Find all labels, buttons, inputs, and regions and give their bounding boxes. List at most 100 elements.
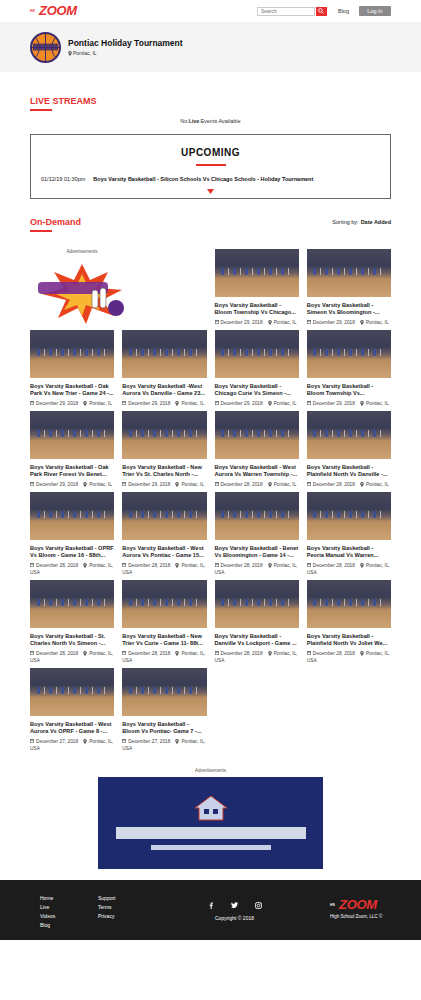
- video-thumbnail[interactable]: [307, 330, 391, 378]
- sort-control[interactable]: Sorting by:Date Added: [332, 219, 391, 225]
- video-thumbnail[interactable]: [307, 249, 391, 297]
- video-thumbnail[interactable]: [215, 492, 299, 540]
- video-title[interactable]: Boys Varsity Basketball -West Aurora Vs …: [122, 383, 206, 397]
- search-input[interactable]: [257, 7, 315, 16]
- video-thumbnail[interactable]: [215, 249, 299, 297]
- section-title: On-Demand: [30, 217, 81, 228]
- video-card[interactable]: Boys Varsity Basketball - Benet Vs Bloom…: [215, 492, 299, 576]
- video-card[interactable]: Boys Varsity Basketball - West Aurora Vs…: [30, 668, 114, 752]
- twitter-icon[interactable]: [231, 902, 238, 909]
- sort-value[interactable]: Date Added: [361, 219, 391, 225]
- pin-icon: [360, 651, 364, 656]
- video-thumbnail[interactable]: [215, 330, 299, 378]
- message-bold: Live: [188, 118, 199, 124]
- video-card[interactable]: Boys Varsity Basketball - Peoria Manual …: [307, 492, 391, 576]
- banner-stripe: [151, 845, 271, 850]
- video-thumbnail[interactable]: [215, 411, 299, 459]
- video-thumbnail[interactable]: [122, 492, 206, 540]
- video-card[interactable]: Boys Varsity Basketball - St. Charles No…: [30, 580, 114, 664]
- video-card[interactable]: Boys Varsity Basketball - Chicago Curie …: [215, 330, 299, 407]
- video-thumbnail[interactable]: [307, 411, 391, 459]
- video-meta: December 28, 2018Pontiac, IL, USA: [215, 650, 299, 664]
- footer-link[interactable]: Live: [40, 903, 98, 912]
- video-date: December 29, 2018: [221, 320, 263, 325]
- video-title[interactable]: Boys Varsity Basketball - Plainfield Nor…: [307, 633, 391, 647]
- video-card[interactable]: Boys Varsity Basketball - Bloom Township…: [307, 330, 391, 407]
- video-thumbnail[interactable]: [30, 492, 114, 540]
- video-title[interactable]: Boys Varsity Basketball - Peoria Manual …: [307, 545, 391, 559]
- video-card[interactable]: Boys Varsity Basketball - West Aurora Vs…: [215, 411, 299, 488]
- video-card[interactable]: Boys Varsity Basketball - Plainfield Nor…: [307, 411, 391, 488]
- video-title[interactable]: Boys Varsity Basketball - Plainfield Nor…: [307, 464, 391, 478]
- footer-link[interactable]: Terms: [98, 903, 158, 912]
- calendar-icon: [122, 651, 126, 655]
- video-card[interactable]: Boys Varsity Basketball - Danville Vs Lo…: [215, 580, 299, 664]
- video-card[interactable]: Boys Varsity Basketball - Oak Park Vs Ne…: [30, 330, 114, 407]
- side-ad: Advertisements: [30, 249, 207, 326]
- video-card[interactable]: Boys Varsity Basketball - New Trier Vs C…: [122, 580, 206, 664]
- pin-icon: [83, 563, 87, 568]
- video-title[interactable]: Boys Varsity Basketball - West Aurora Vs…: [215, 464, 299, 478]
- video-title[interactable]: Boys Varsity Basketball - Danville Vs Lo…: [215, 633, 299, 647]
- search-icon: [318, 8, 324, 14]
- video-card[interactable]: Boys Varsity Basketball - Bloom Township…: [215, 249, 299, 326]
- upcoming-event[interactable]: 01/12/19 01:30pmBoys Varsity Basketball …: [41, 176, 380, 183]
- video-card[interactable]: Boys Varsity Basketball - Plainfield Nor…: [307, 580, 391, 664]
- video-thumbnail[interactable]: [122, 411, 206, 459]
- expand-toggle[interactable]: [41, 189, 380, 194]
- video-title[interactable]: Boys Varsity Basketball - West Aurora Vs…: [30, 721, 114, 735]
- instagram-icon[interactable]: [255, 902, 262, 909]
- video-thumbnail[interactable]: [30, 411, 114, 459]
- event-title[interactable]: Boys Varsity Basketball - Silicon School…: [93, 176, 313, 183]
- video-location: Pontiac, IL: [274, 320, 297, 325]
- calendar-icon: [215, 651, 219, 655]
- video-title[interactable]: Boys Varsity Basketball - Oak Park Vs Ne…: [30, 383, 114, 397]
- video-thumbnail[interactable]: [122, 330, 206, 378]
- video-title[interactable]: Boys Varsity Basketball - New Trier Vs S…: [122, 464, 206, 478]
- video-meta: December 29, 2018Pontiac, IL: [30, 481, 114, 488]
- login-button[interactable]: Log In: [359, 6, 391, 16]
- site-logo[interactable]: HSZOOM: [330, 898, 377, 912]
- footer-link[interactable]: Support: [98, 894, 158, 903]
- site-logo[interactable]: HSZOOM: [30, 4, 77, 18]
- video-card[interactable]: Boys Varsity Basketball - New Trier Vs S…: [122, 411, 206, 488]
- video-thumbnail[interactable]: [307, 580, 391, 628]
- video-card[interactable]: Boys Varsity Basketball - Bloom Vs Ponti…: [122, 668, 206, 752]
- video-title[interactable]: Boys Varsity Basketball - OPRF Vs Bloom …: [30, 545, 114, 559]
- video-title[interactable]: Boys Varsity Basketball - Bloom Vs Ponti…: [122, 721, 206, 735]
- footer-link[interactable]: Home: [40, 894, 98, 903]
- nav-link[interactable]: Blog: [338, 8, 349, 14]
- video-title[interactable]: Boys Varsity Basketball - Simeon Vs Bloo…: [307, 302, 391, 316]
- video-card[interactable]: Boys Varsity Basketball - West Aurora Vs…: [122, 492, 206, 576]
- video-thumbnail[interactable]: [30, 580, 114, 628]
- banner-image[interactable]: [98, 777, 323, 869]
- video-thumbnail[interactable]: [307, 492, 391, 540]
- video-thumbnail[interactable]: [122, 668, 206, 716]
- video-date: December 27, 2018: [128, 739, 170, 744]
- footer-link[interactable]: Videos: [40, 912, 98, 921]
- video-title[interactable]: Boys Varsity Basketball - Chicago Curie …: [215, 383, 299, 397]
- video-title[interactable]: Boys Varsity Basketball - Bloom Township…: [215, 302, 299, 316]
- video-card[interactable]: Boys Varsity Basketball - Simeon Vs Bloo…: [307, 249, 391, 326]
- video-thumbnail[interactable]: [122, 580, 206, 628]
- video-thumbnail[interactable]: [215, 580, 299, 628]
- video-title[interactable]: Boys Varsity Basketball - Benet Vs Bloom…: [215, 545, 299, 559]
- video-card[interactable]: Boys Varsity Basketball -West Aurora Vs …: [122, 330, 206, 407]
- video-card[interactable]: Boys Varsity Basketball - Oak Park River…: [30, 411, 114, 488]
- video-meta: December 28, 2018Pontiac, IL, USA: [307, 650, 391, 664]
- video-thumbnail[interactable]: [30, 668, 114, 716]
- footer-link[interactable]: Blog: [40, 921, 98, 930]
- video-title[interactable]: Boys Varsity Basketball - Oak Park River…: [30, 464, 114, 478]
- video-card[interactable]: Boys Varsity Basketball - OPRF Vs Bloom …: [30, 492, 114, 576]
- video-meta: December 29, 2018Pontiac, IL: [122, 400, 206, 407]
- calendar-icon: [30, 482, 34, 486]
- calendar-icon: [30, 651, 34, 655]
- video-title[interactable]: Boys Varsity Basketball - West Aurora Vs…: [122, 545, 206, 559]
- video-title[interactable]: Boys Varsity Basketball - New Trier Vs C…: [122, 633, 206, 647]
- video-title[interactable]: Boys Varsity Basketball - St. Charles No…: [30, 633, 114, 647]
- search-button[interactable]: [316, 7, 327, 16]
- video-title[interactable]: Boys Varsity Basketball - Bloom Township…: [307, 383, 391, 397]
- facebook-icon[interactable]: [208, 902, 214, 909]
- footer-link[interactable]: Privacy: [98, 912, 158, 921]
- video-thumbnail[interactable]: [30, 330, 114, 378]
